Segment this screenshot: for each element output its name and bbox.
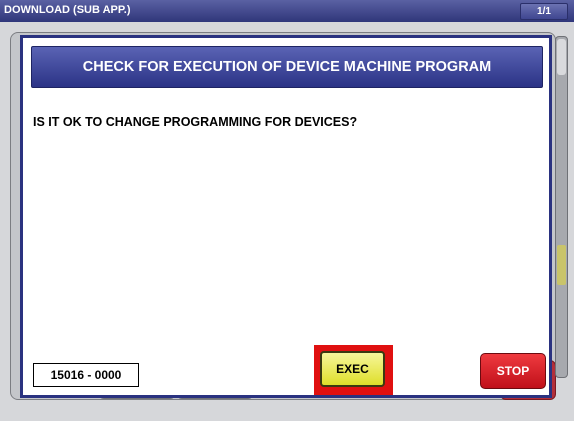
dialog-question: IS IT OK TO CHANGE PROGRAMMING FOR DEVIC… xyxy=(33,115,358,129)
exec-button-highlight: EXEC xyxy=(314,345,393,395)
stop-button[interactable]: STOP xyxy=(480,353,546,389)
title-bar: DOWNLOAD (SUB APP.) 1/1 xyxy=(0,0,574,22)
window-title: DOWNLOAD (SUB APP.) xyxy=(4,4,131,16)
scrollbar-top-segment xyxy=(557,39,566,75)
page-indicator: 1/1 xyxy=(520,3,568,20)
dialog-title: CHECK FOR EXECUTION OF DEVICE MACHINE PR… xyxy=(31,46,543,88)
message-code: 15016 - 0000 xyxy=(33,363,139,387)
exec-button[interactable]: EXEC xyxy=(320,351,385,387)
scrollbar-thumb[interactable] xyxy=(557,245,566,285)
confirmation-dialog: CHECK FOR EXECUTION OF DEVICE MACHINE PR… xyxy=(20,35,552,398)
scrollbar[interactable] xyxy=(555,36,568,378)
